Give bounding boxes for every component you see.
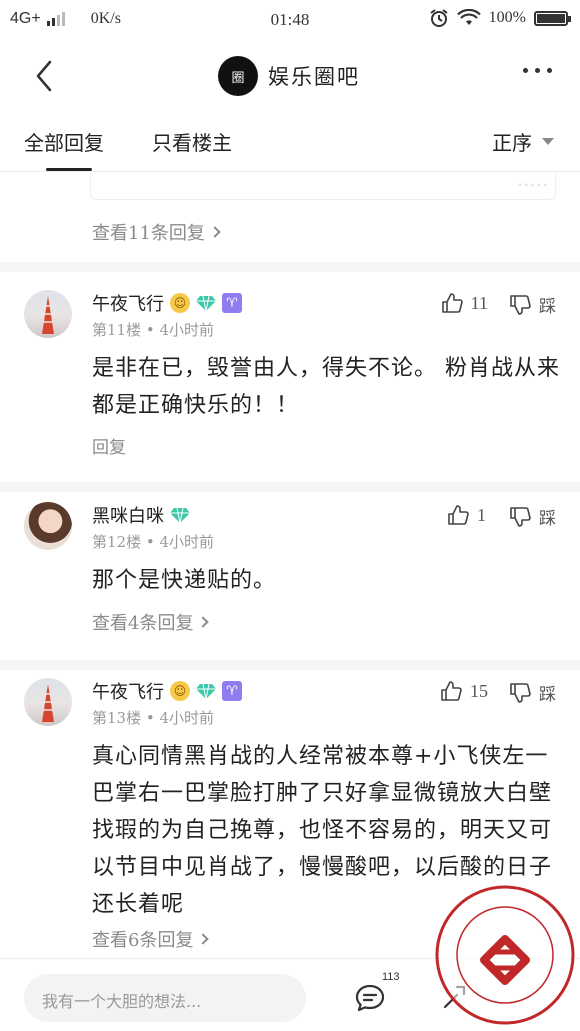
- username[interactable]: 午夜飞行: [92, 290, 164, 316]
- view-replies-label: 查看11条回复: [92, 223, 205, 244]
- status-bar: 4G+ 0K/s 01:48 100%: [0, 0, 580, 40]
- section-divider: [0, 660, 580, 670]
- wifi-icon: [456, 9, 481, 25]
- battery-icon: [534, 10, 571, 26]
- thumbs-down-icon: [510, 294, 531, 315]
- view-replies-link[interactable]: 查看6条回复: [92, 926, 210, 952]
- tab-op-only[interactable]: 只看楼主: [152, 127, 232, 156]
- username[interactable]: 黑咪白咪: [92, 502, 164, 528]
- active-tab-indicator: [46, 168, 92, 171]
- aries-badge-icon: ♈: [222, 681, 242, 701]
- floor-number: 第12楼: [92, 533, 142, 551]
- diamond-badge-icon: [196, 683, 216, 699]
- dislike-button[interactable]: 踩: [509, 680, 556, 705]
- status-right: 100%: [429, 8, 571, 28]
- reply-link[interactable]: 回复: [92, 433, 126, 458]
- like-button[interactable]: 15: [440, 680, 488, 702]
- forum-title[interactable]: 娱乐圈吧: [268, 61, 360, 91]
- battery-percent: 100%: [488, 9, 526, 26]
- dislike-label: 踩: [539, 509, 556, 529]
- post-time: 4小时前: [159, 321, 215, 339]
- comment-floor-11: 午夜飞行 ☺ ♈ 第11楼 • 4小时前 11 踩 是非在已，毁誉由人，得失不论…: [0, 272, 580, 482]
- dislike-button[interactable]: 踩: [509, 292, 556, 317]
- more-button[interactable]: [523, 68, 552, 73]
- chevron-right-icon: [209, 226, 221, 238]
- reply-tabs: 全部回复 只看楼主 正序: [0, 110, 580, 172]
- avatar[interactable]: [24, 678, 72, 726]
- like-count: 1: [477, 504, 486, 525]
- tab-all-replies[interactable]: 全部回复: [24, 127, 104, 156]
- alarm-icon: [430, 9, 448, 27]
- dislike-button[interactable]: 踩: [509, 504, 556, 529]
- username-row: 午夜飞行 ☺ ♈: [92, 290, 242, 316]
- chevron-left-icon: [36, 60, 52, 92]
- username[interactable]: 午夜飞行: [92, 678, 164, 704]
- floor-number: 第11楼: [92, 321, 142, 339]
- tower-image: [42, 296, 54, 334]
- aries-badge-icon: ♈: [222, 293, 242, 313]
- thumbs-up-icon: [448, 505, 469, 525]
- like-button[interactable]: 11: [441, 292, 488, 314]
- sort-label: 正序: [492, 131, 532, 155]
- dislike-label: 踩: [539, 685, 556, 705]
- comment-floor-12: 黑咪白咪 第12楼 • 4小时前 1 踩 那个是快递贴的。 查看4条回复: [0, 492, 580, 660]
- view-replies-label: 查看4条回复: [92, 613, 194, 634]
- view-replies-link[interactable]: 查看11条回复: [92, 219, 221, 245]
- thumbs-up-icon: [441, 293, 463, 313]
- floor-number: 第13楼: [92, 709, 142, 727]
- like-count: 11: [470, 292, 488, 313]
- post-time: 4小时前: [159, 533, 215, 551]
- chevron-right-icon: [197, 616, 210, 628]
- image-watermark: ◦ ◦ ◦ ◦ ◦: [518, 180, 547, 191]
- reply-input[interactable]: 我有一个大胆的想法...: [24, 974, 306, 1022]
- chevron-right-icon: [197, 933, 210, 945]
- dislike-label: 踩: [539, 297, 556, 317]
- caret-down-icon: [542, 138, 554, 145]
- post-time: 4小时前: [159, 709, 215, 727]
- comment-meta: 第12楼 • 4小时前: [92, 533, 215, 551]
- thumbs-down-icon: [510, 682, 531, 703]
- diamond-badge-icon: [170, 507, 190, 523]
- grin-emoji-icon: ☺: [170, 293, 190, 313]
- site-watermark-stamp: [435, 885, 575, 1025]
- back-button[interactable]: [28, 58, 64, 94]
- forum-logo[interactable]: 圈: [218, 56, 258, 96]
- comment-meta: 第11楼 • 4小时前: [92, 321, 215, 339]
- grin-emoji-icon: ☺: [170, 681, 190, 701]
- quoted-card-fragment: ◦ ◦ ◦ ◦ ◦: [90, 172, 556, 200]
- comment-meta: 第13楼 • 4小时前: [92, 709, 215, 727]
- section-divider: [0, 262, 580, 272]
- avatar[interactable]: [24, 502, 72, 550]
- view-replies-link[interactable]: 查看4条回复: [92, 609, 210, 635]
- comment-bubble-icon: [355, 984, 385, 1012]
- tower-image: [42, 684, 54, 722]
- section-divider: [0, 482, 580, 492]
- comment-body: 那个是快递贴的。: [92, 568, 277, 593]
- more-dots-icon: [523, 68, 528, 73]
- thumbs-up-icon: [441, 681, 462, 701]
- diamond-badge-icon: [196, 295, 216, 311]
- view-replies-label: 查看6条回复: [92, 930, 194, 951]
- avatar[interactable]: [24, 290, 72, 338]
- like-button[interactable]: 1: [447, 504, 486, 526]
- like-count: 15: [470, 680, 488, 701]
- username-row: 黑咪白咪: [92, 502, 190, 528]
- comment-body: 是非在已，毁誉由人，得失不论。 粉肖战从来都是正确快乐的！！: [92, 356, 560, 418]
- username-row: 午夜飞行 ☺ ♈: [92, 678, 242, 704]
- sort-dropdown[interactable]: 正序: [492, 127, 554, 156]
- comments-button[interactable]: [354, 983, 386, 1017]
- forum-header: 圈 娱乐圈吧: [0, 40, 580, 110]
- thumbs-down-icon: [510, 506, 531, 527]
- comment-count-badge: 113: [382, 971, 400, 983]
